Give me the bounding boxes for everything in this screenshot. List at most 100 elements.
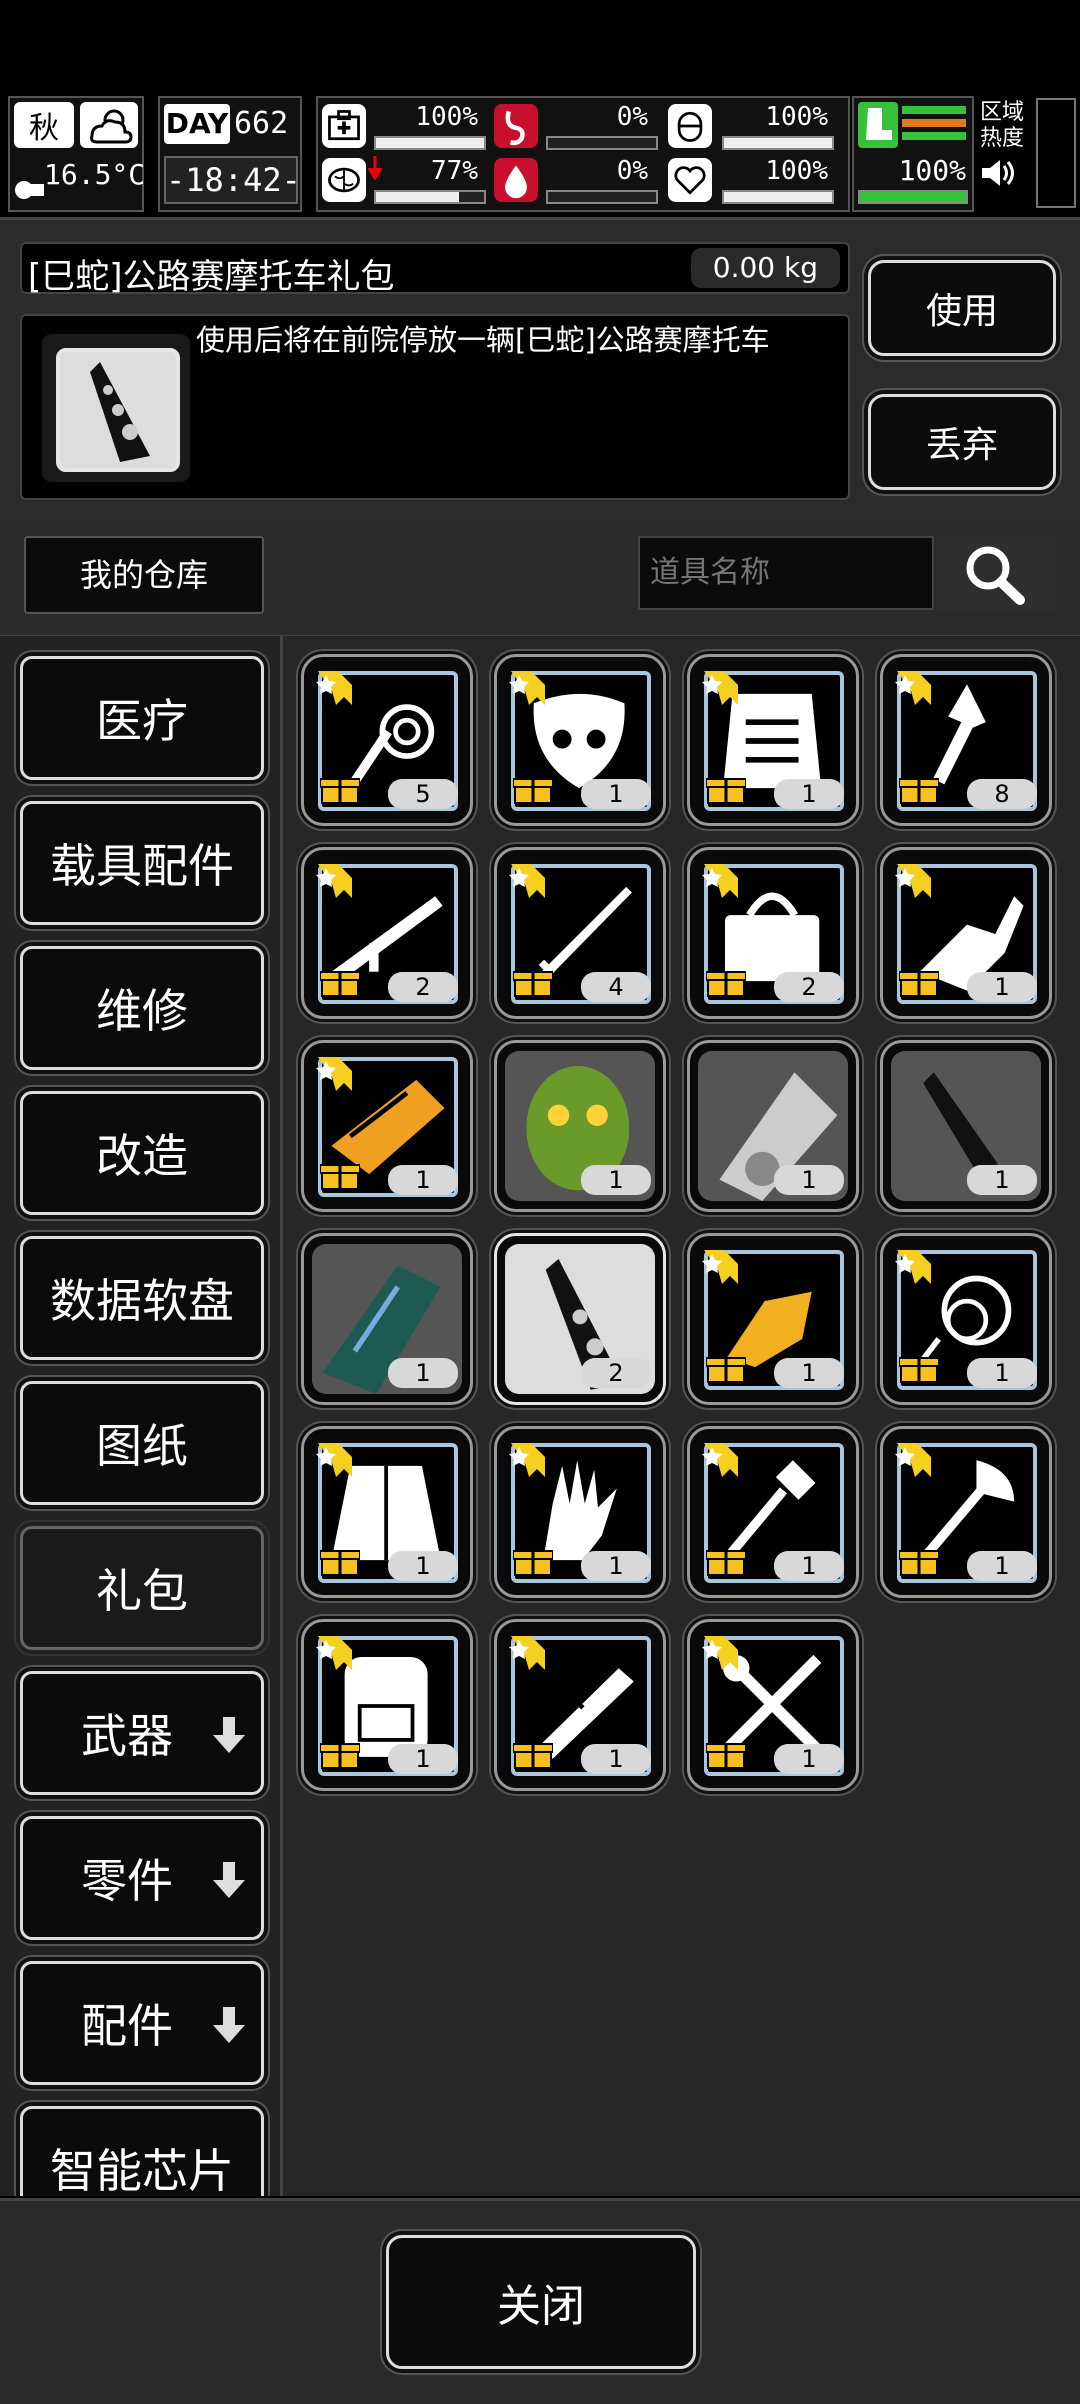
item-quantity: 1: [388, 1551, 458, 1581]
speaker-icon[interactable]: [980, 156, 1016, 190]
item-slot-snake-head[interactable]: 1: [494, 1040, 666, 1212]
item-slot-gold-mech[interactable]: 1: [687, 1233, 859, 1405]
item-slot-mask[interactable]: 1: [494, 654, 666, 826]
expand-arrow-icon: [211, 1712, 247, 1753]
gift-icon: [512, 773, 554, 805]
heart-bar: [722, 190, 834, 204]
gift-icon: [898, 1352, 940, 1384]
use-button[interactable]: 使用: [868, 260, 1056, 356]
item-slot-dragon-mech[interactable]: 1: [301, 1233, 473, 1405]
item-detail-panel: [巳蛇]公路赛摩托车礼包 0.00 kg 使用后将在前院停放一辆[巳蛇]公路赛摩…: [0, 217, 1080, 523]
item-slot-tools[interactable]: 1: [687, 1619, 859, 1791]
day-number: 662: [234, 106, 289, 141]
brain-icon: [322, 158, 366, 202]
close-button[interactable]: 关闭: [386, 2235, 696, 2369]
item-quantity: 1: [388, 1744, 458, 1774]
item-slot-bone-saw[interactable]: 1: [494, 1619, 666, 1791]
health-value: 100%: [415, 102, 478, 132]
favorite-ribbon-icon: [507, 1632, 549, 1674]
weather-panel: 秋 16.5°C: [8, 96, 146, 212]
expand-arrow-icon: [211, 2002, 247, 2043]
gift-icon: [898, 966, 940, 998]
item-name-bar: [巳蛇]公路赛摩托车礼包 0.00 kg: [20, 242, 850, 297]
search-button[interactable]: [936, 536, 1056, 612]
item-quantity: 1: [967, 1358, 1037, 1388]
blood-value: 0%: [616, 156, 648, 186]
gift-icon: [319, 966, 361, 998]
blood-drop-icon: [494, 158, 538, 202]
armor-value: 100%: [765, 102, 828, 132]
favorite-ribbon-icon: [700, 1246, 742, 1288]
item-slot-glove[interactable]: 1: [494, 1426, 666, 1598]
item-quantity: 1: [967, 972, 1037, 1002]
stamina-bar-fill: [860, 192, 966, 202]
item-quantity: 2: [581, 1358, 651, 1388]
hunger-value: 0%: [616, 102, 648, 132]
item-preview: [42, 334, 190, 482]
armor-icon: [668, 104, 712, 148]
favorite-ribbon-icon: [700, 667, 742, 709]
item-slot-whip[interactable]: 5: [301, 654, 473, 826]
expand-arrow-icon: [211, 1857, 247, 1898]
category-label: 数据软盘: [50, 1274, 234, 1328]
category-label: 载具配件: [50, 839, 234, 893]
favorite-ribbon-icon: [700, 1632, 742, 1674]
item-slot-backpack[interactable]: 1: [301, 1619, 473, 1791]
item-slot-rope[interactable]: 1: [880, 1233, 1052, 1405]
item-slot-rocket[interactable]: 8: [880, 654, 1052, 826]
favorite-ribbon-icon: [314, 667, 356, 709]
category-10[interactable]: 智能芯片: [20, 2106, 264, 2196]
heart-value: 100%: [765, 156, 828, 186]
category-8[interactable]: 零件: [20, 1816, 264, 1940]
gift-icon: [512, 1738, 554, 1770]
category-6[interactable]: 礼包: [20, 1526, 264, 1650]
favorite-ribbon-icon: [893, 667, 935, 709]
item-slot-orange-armor[interactable]: 1: [301, 1040, 473, 1212]
category-label: 改造: [96, 1129, 188, 1183]
armor-bar: [722, 136, 834, 150]
temperature-value: 16.5°C: [44, 158, 146, 191]
item-slot-motorcycle-pack[interactable]: 2: [494, 1233, 666, 1405]
item-quantity: 1: [388, 1165, 458, 1195]
item-quantity: 1: [581, 1165, 651, 1195]
category-3[interactable]: 改造: [20, 1091, 264, 1215]
item-quantity: 5: [388, 779, 458, 809]
category-4[interactable]: 数据软盘: [20, 1236, 264, 1360]
gift-icon: [705, 773, 747, 805]
item-slot-sword[interactable]: 4: [494, 847, 666, 1019]
item-slot-vest[interactable]: 1: [687, 654, 859, 826]
motorcycle-pack-thumb: [56, 348, 180, 472]
item-detail-box: 使用后将在前院停放一辆[巳蛇]公路赛摩托车: [20, 314, 850, 500]
item-quantity: 1: [967, 1165, 1037, 1195]
item-slot-axe[interactable]: 1: [880, 1426, 1052, 1598]
heart-bar-fill: [724, 192, 832, 202]
item-slot-motorcycle[interactable]: 1: [880, 1040, 1052, 1212]
search-input[interactable]: [638, 536, 934, 610]
item-slot-car[interactable]: 1: [687, 1040, 859, 1212]
region-heat[interactable]: 区域 热度: [980, 100, 1032, 206]
category-5[interactable]: 图纸: [20, 1381, 264, 1505]
item-slot-gauntlet[interactable]: 1: [880, 847, 1052, 1019]
health-bar-fill: [376, 138, 484, 148]
item-slot-bag[interactable]: 2: [687, 847, 859, 1019]
item-slot-rifle[interactable]: 2: [301, 847, 473, 1019]
search-icon: [936, 536, 1056, 612]
category-label: 维修: [96, 984, 188, 1038]
item-slot-jacket[interactable]: 1: [301, 1426, 473, 1598]
gift-icon: [319, 773, 361, 805]
gift-icon: [705, 1545, 747, 1577]
vitals-panel: 100% 0% 100% 77% 0% 100%: [316, 96, 850, 212]
item-slot-shovel[interactable]: 1: [687, 1426, 859, 1598]
category-7[interactable]: 武器: [20, 1671, 264, 1795]
category-2[interactable]: 维修: [20, 946, 264, 1070]
category-1[interactable]: 载具配件: [20, 801, 264, 925]
category-label: 武器: [81, 1709, 173, 1763]
category-0[interactable]: 医疗: [20, 656, 264, 780]
item-quantity: 1: [774, 1744, 844, 1774]
footer: 关闭: [0, 2198, 1080, 2404]
category-9[interactable]: 配件: [20, 1961, 264, 2085]
tab-my-warehouse[interactable]: 我的仓库: [24, 536, 264, 614]
favorite-ribbon-icon: [700, 1439, 742, 1481]
discard-button[interactable]: 丢弃: [868, 394, 1056, 490]
hunger-bar: [546, 136, 658, 150]
